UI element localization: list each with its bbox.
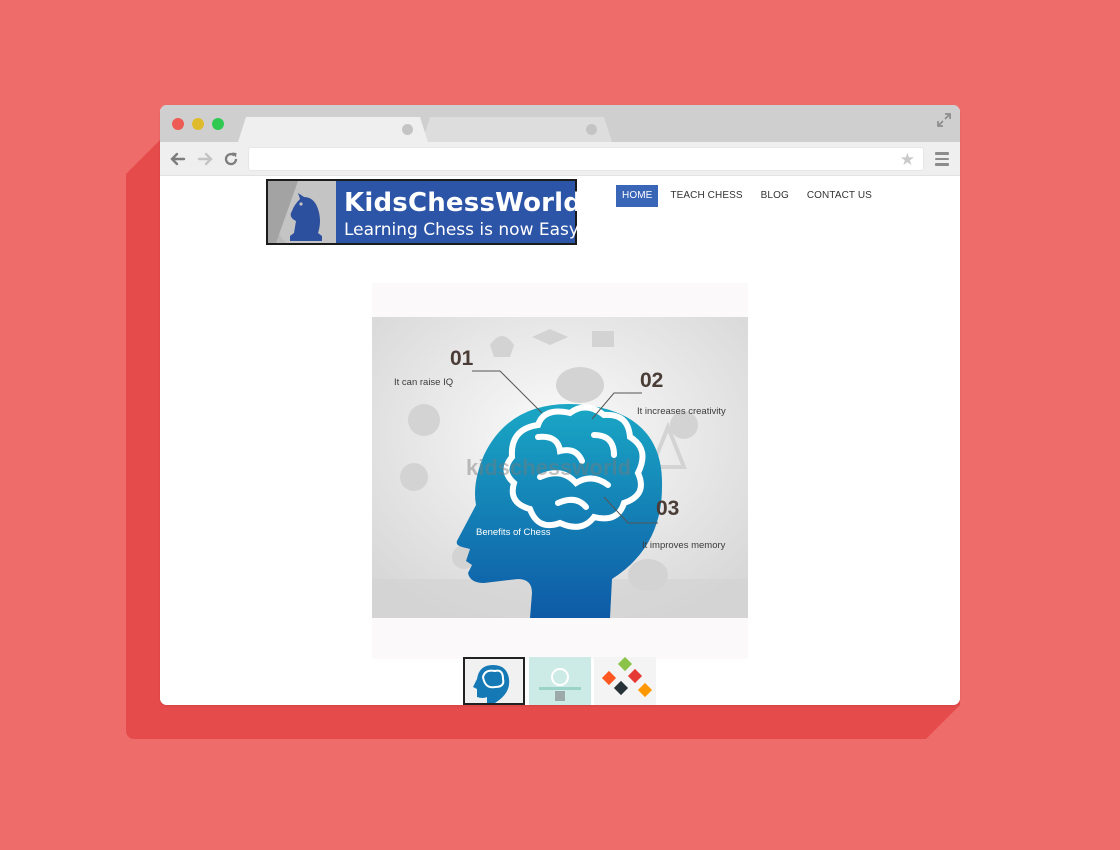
- nav-contact-us[interactable]: CONTACT US: [801, 185, 878, 207]
- browser-titlebar: [160, 105, 960, 142]
- nav-teach-chess[interactable]: TEACH CHESS: [664, 185, 748, 207]
- point-1-text: It can raise IQ: [394, 377, 453, 388]
- nav-blog[interactable]: BLOG: [755, 185, 795, 207]
- tab-close-icon[interactable]: [586, 124, 597, 135]
- chess-knight-icon: [268, 181, 336, 243]
- point-1-number: 01: [450, 347, 474, 370]
- browser-tab-inactive[interactable]: [422, 117, 612, 142]
- reload-icon[interactable]: [222, 150, 240, 168]
- forward-icon[interactable]: [196, 150, 214, 168]
- thumbnail-1[interactable]: [463, 657, 525, 705]
- site-nav: HOME TEACH CHESS BLOG CONTACT US: [616, 185, 884, 207]
- logo-title: KidsChessWorld: [344, 188, 583, 218]
- thumbnail-3[interactable]: [594, 657, 656, 705]
- point-2-text: It increases creativity: [637, 406, 726, 417]
- page-viewport: KidsChessWorld Learning Chess is now Eas…: [160, 176, 960, 705]
- close-window-button[interactable]: [172, 118, 184, 130]
- browser-window: ★ KidsChessWorld Learning Chess is now E…: [160, 105, 960, 705]
- point-2-number: 02: [640, 369, 663, 392]
- tab-close-icon[interactable]: [402, 124, 413, 135]
- thumbnail-strip: [463, 657, 658, 705]
- browser-toolbar: ★: [160, 142, 960, 176]
- back-icon[interactable]: [169, 150, 187, 168]
- caption-text: Benefits of Chess: [476, 527, 551, 538]
- address-bar[interactable]: ★: [248, 147, 924, 171]
- expand-icon[interactable]: [936, 112, 952, 128]
- benefits-of-chess-infographic[interactable]: kidschessworld 01 It can raise IQ 02 It …: [372, 317, 748, 618]
- point-3-text: It improves memory: [642, 540, 726, 551]
- nav-home[interactable]: HOME: [616, 185, 659, 207]
- maximize-window-button[interactable]: [212, 118, 224, 130]
- point-3-number: 03: [656, 497, 679, 520]
- minimize-window-button[interactable]: [192, 118, 204, 130]
- logo-tagline: Learning Chess is now Easy!: [344, 220, 586, 240]
- thumbnail-2[interactable]: [529, 657, 591, 705]
- menu-icon[interactable]: [935, 152, 949, 166]
- browser-tab-active[interactable]: [238, 117, 428, 142]
- star-icon[interactable]: ★: [900, 150, 915, 170]
- site-logo[interactable]: KidsChessWorld Learning Chess is now Eas…: [266, 179, 586, 245]
- watermark-text: kidschessworld: [466, 455, 631, 480]
